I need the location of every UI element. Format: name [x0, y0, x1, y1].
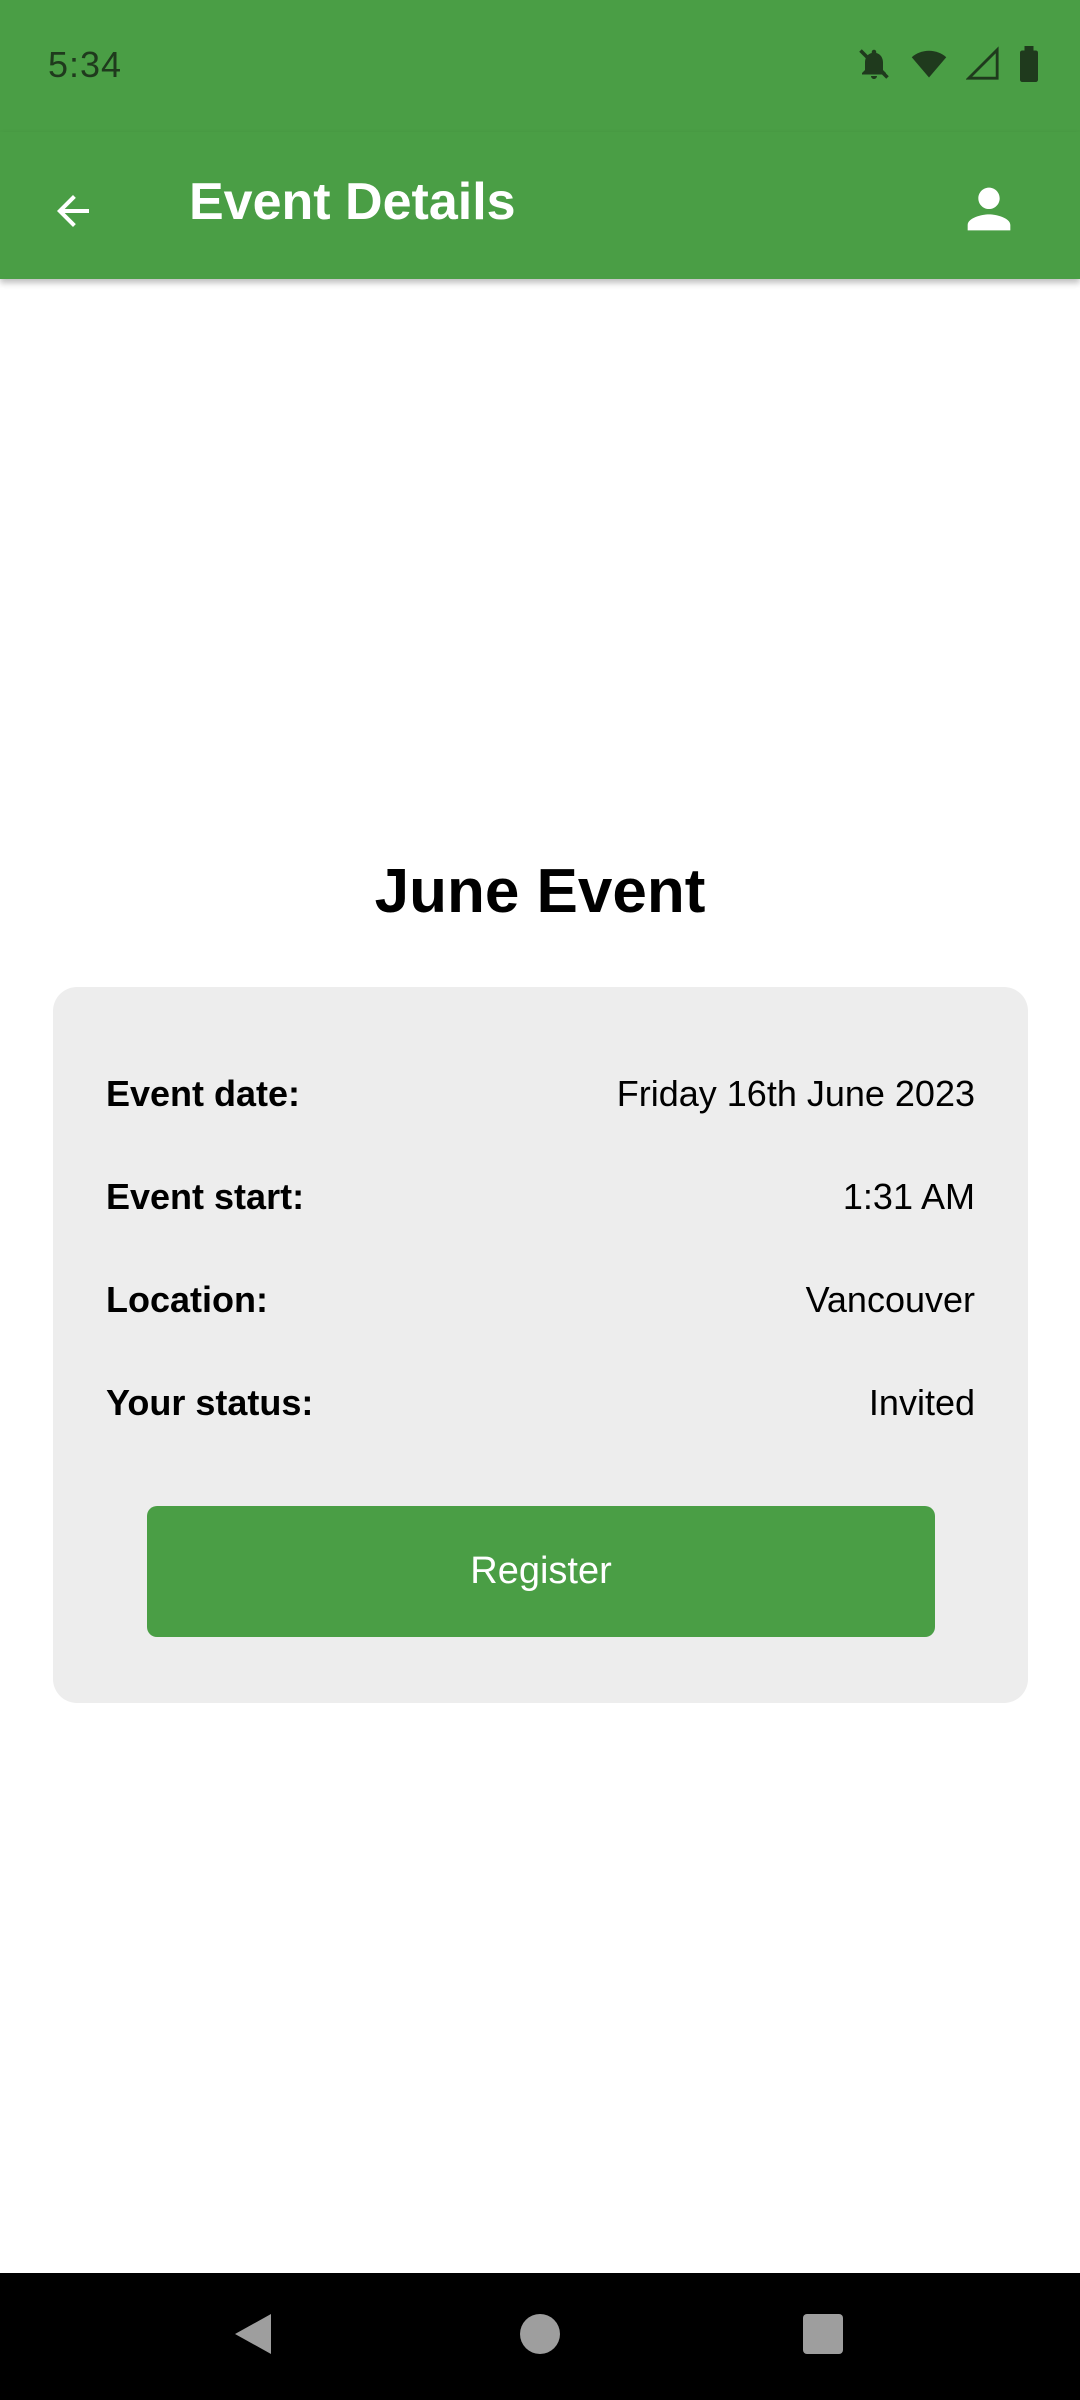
cell-signal-icon: [966, 46, 1000, 82]
detail-label: Event date:: [106, 1073, 301, 1114]
status-icons: [856, 46, 1040, 82]
battery-icon: [1018, 46, 1040, 82]
nav-recents-button[interactable]: [788, 2301, 858, 2371]
nav-back-button[interactable]: [218, 2301, 288, 2371]
detail-value: Invited: [868, 1382, 975, 1423]
detail-row-start: Event start: 1:31 AM: [106, 1176, 975, 1218]
detail-label: Event start:: [106, 1176, 305, 1217]
recents-icon: [803, 2313, 843, 2359]
event-details-card: Event date: Friday 16th June 2023 Event …: [53, 987, 1028, 1703]
detail-value: Friday 16th June 2023: [616, 1073, 975, 1114]
detail-row-status: Your status: Invited: [106, 1382, 975, 1424]
home-icon: [520, 2313, 560, 2359]
detail-row-location: Location: Vancouver: [106, 1279, 975, 1321]
nav-home-button[interactable]: [505, 2301, 575, 2371]
status-time: 5:34: [48, 44, 123, 85]
register-button[interactable]: Register: [147, 1506, 935, 1637]
wifi-icon: [910, 46, 948, 82]
detail-label: Your status:: [106, 1382, 314, 1423]
notifications-off-icon: [856, 46, 892, 82]
page-title: Event Details: [189, 173, 516, 231]
event-title: June Event: [374, 857, 706, 926]
detail-value: 1:31 AM: [842, 1176, 975, 1217]
person-icon: [957, 177, 1021, 246]
arrow-back-icon: [49, 187, 97, 240]
detail-label: Location:: [106, 1279, 268, 1320]
back-button[interactable]: [30, 170, 116, 256]
system-nav-bar: [0, 2273, 1080, 2400]
back-icon: [231, 2310, 275, 2363]
profile-button[interactable]: [946, 168, 1032, 254]
detail-value: Vancouver: [805, 1279, 975, 1320]
app-bar: Event Details: [0, 132, 1080, 279]
status-bar: 5:34: [0, 0, 1080, 132]
detail-row-date: Event date: Friday 16th June 2023: [106, 1073, 975, 1115]
